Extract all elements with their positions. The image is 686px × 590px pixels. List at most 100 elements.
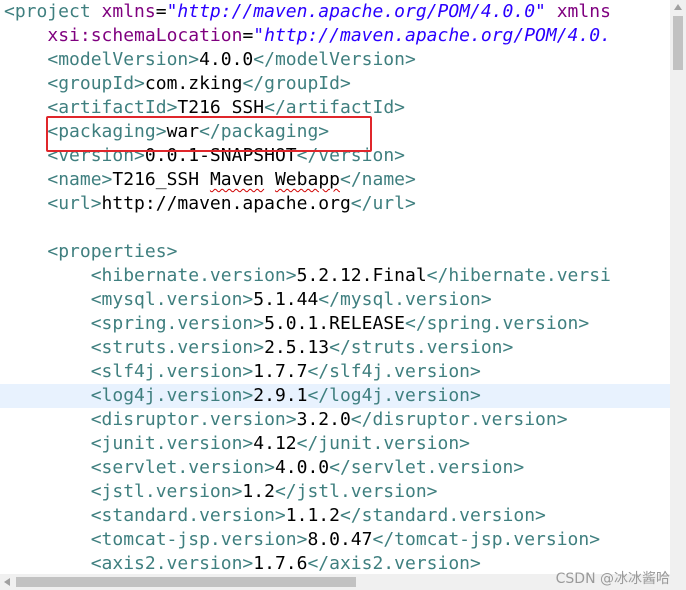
xml-tag: </modelVersion> [253,49,416,70]
element-text [546,1,557,22]
xml-tag: <jstl.version> [90,481,243,502]
xml-tag: </junit.version> [296,433,471,454]
code-line[interactable]: <name>T216_SSH Maven Webapp</name> [4,168,416,192]
element-text: T216_SSH [177,97,265,118]
vertical-scroll-thumb[interactable] [673,16,683,70]
xml-tag: </struts.version> [329,337,514,358]
xml-tag: <axis2.version> [90,553,254,574]
code-line[interactable]: <axis2.version>1.7.6</axis2.version> [4,552,481,574]
vertical-scrollbar[interactable] [670,0,686,574]
xml-tag: <artifactId> [47,97,178,118]
xml-tag: </spring.version> [404,313,590,334]
element-text: 3.2.0 [296,409,351,430]
element-text: 1.7.7 [253,361,308,382]
element-text: Webapp [274,169,340,190]
code-line[interactable]: xsi:schemaLocation="http://maven.apache.… [4,24,611,48]
xml-tag: <servlet.version> [90,457,275,478]
xml-tag: </axis2.version> [307,553,481,574]
element-text: = [155,1,167,22]
element-text: 5.2.12.Final [296,265,427,286]
code-line[interactable]: <tomcat-jsp.version>8.0.47</tomcat-jsp.v… [4,528,600,552]
xml-tag: </mysql.version> [318,289,492,310]
element-text [199,169,210,190]
xml-tag: </log4j.version> [307,385,481,406]
scroll-left-arrow-icon[interactable] [4,578,10,586]
xml-tag: </url> [350,193,416,214]
xml-tag: </slf4j.version> [307,361,481,382]
xml-attribute: xsi:schemaLocation [47,25,243,46]
xml-attribute: xmlns [101,1,156,22]
element-text: 1.2 [242,481,275,502]
code-line[interactable]: <hibernate.version>5.2.12.Final</hiberna… [4,264,611,288]
xml-tag: <struts.version> [90,337,265,358]
xml-string: "http://maven.apache.org/POM/4.0.0" [166,1,546,22]
element-text: 2.9.1 [253,385,308,406]
element-text: 8.0.47 [307,529,373,550]
xml-tag: <standard.version> [90,505,286,526]
code-line[interactable]: <servlet.version>4.0.0</servlet.version> [4,456,525,480]
xml-editor[interactable]: <project xmlns="http://maven.apache.org/… [0,0,670,574]
code-line[interactable]: <url>http://maven.apache.org</url> [4,192,416,216]
xml-tag: <spring.version> [90,313,265,334]
xml-attribute: xmlns [556,1,611,22]
xml-tag: </name> [340,169,416,190]
watermark: CSDN @冰冰酱哈 [555,571,670,587]
code-line[interactable]: <project xmlns="http://maven.apache.org/… [4,0,611,24]
code-line[interactable]: <slf4j.version>1.7.7</slf4j.version> [4,360,481,384]
element-text: http://maven.apache.org [101,193,351,214]
xml-tag: <disruptor.version> [90,409,297,430]
code-line[interactable]: <jstl.version>1.2</jstl.version> [4,480,438,504]
code-line[interactable]: <properties> [4,240,177,264]
scroll-up-arrow-icon[interactable] [674,4,682,10]
code-line[interactable]: <struts.version>2.5.13</struts.version> [4,336,514,360]
xml-tag: <slf4j.version> [90,361,254,382]
code-line[interactable]: <log4j.version>2.9.1</log4j.version> [4,384,481,408]
xml-tag: </standard.version> [339,505,546,526]
code-line[interactable]: <standard.version>1.1.2</standard.versio… [4,504,546,528]
code-line[interactable]: <modelVersion>4.0.0</modelVersion> [4,48,416,72]
code-line[interactable]: <groupId>com.zking</groupId> [4,72,350,96]
element-text: T216_SSH [112,169,200,190]
horizontal-scroll-thumb[interactable] [16,577,356,587]
xml-tag: <tomcat-jsp.version> [90,529,308,550]
scrollbar-corner [670,574,686,590]
xml-tag: </tomcat-jsp.version> [372,529,601,550]
code-line[interactable]: <disruptor.version>3.2.0</disruptor.vers… [4,408,568,432]
element-text: 1.1.2 [285,505,340,526]
code-line[interactable]: <mysql.version>5.1.44</mysql.version> [4,288,492,312]
xml-tag: <url> [47,193,102,214]
xml-tag: <project [4,1,102,22]
xml-tag: </hibernate.versi [426,265,611,286]
xml-tag: </disruptor.version> [350,409,568,430]
xml-tag: </jstl.version> [274,481,438,502]
xml-tag: </artifactId> [264,97,405,118]
code-line[interactable]: <spring.version>5.0.1.RELEASE</spring.ve… [4,312,590,336]
element-text: 2.5.13 [264,337,330,358]
element-text: Maven [209,169,265,190]
code-line[interactable]: <junit.version>4.12</junit.version> [4,432,470,456]
xml-tag: <mysql.version> [90,289,254,310]
element-text: 1.7.6 [253,553,308,574]
element-text: = [242,25,254,46]
xml-string: "http://maven.apache.org/POM/4.0. [253,25,611,46]
xml-tag: <name> [47,169,113,190]
xml-tag: <hibernate.version> [90,265,297,286]
